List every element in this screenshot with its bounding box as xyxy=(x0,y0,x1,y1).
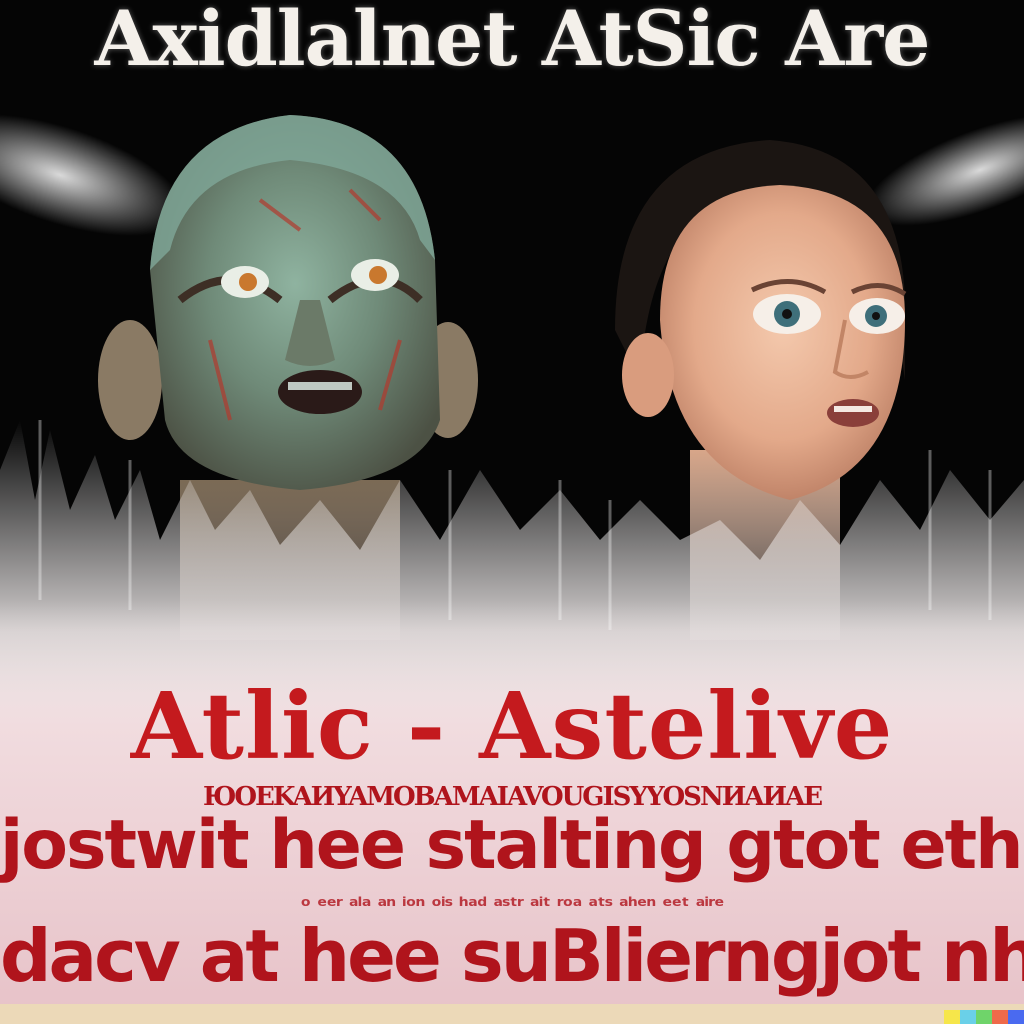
watermark-swatch xyxy=(1008,1010,1024,1024)
poster-headline: Atlic - Astelive xyxy=(130,672,894,780)
poster-top-title: Axidlalnet AtSic Are xyxy=(94,0,930,83)
watermark-swatch xyxy=(992,1010,1008,1024)
watermark-swatch xyxy=(976,1010,992,1024)
poster-line-big-2: dacv at hee suBlierngjot nhegrstame xyxy=(0,914,1024,998)
watermark-swatch xyxy=(960,1010,976,1024)
watermark-swatch xyxy=(944,1010,960,1024)
watermark-color-bar xyxy=(944,1010,1024,1024)
bottom-strip xyxy=(0,1004,1024,1024)
poster: Axidlalnet AtSic Are Atlic - Astelive ЮO… xyxy=(0,0,1024,1024)
poster-line-big-1: jostwit hee stalting gtot ethe ibteiie xyxy=(0,806,1024,885)
